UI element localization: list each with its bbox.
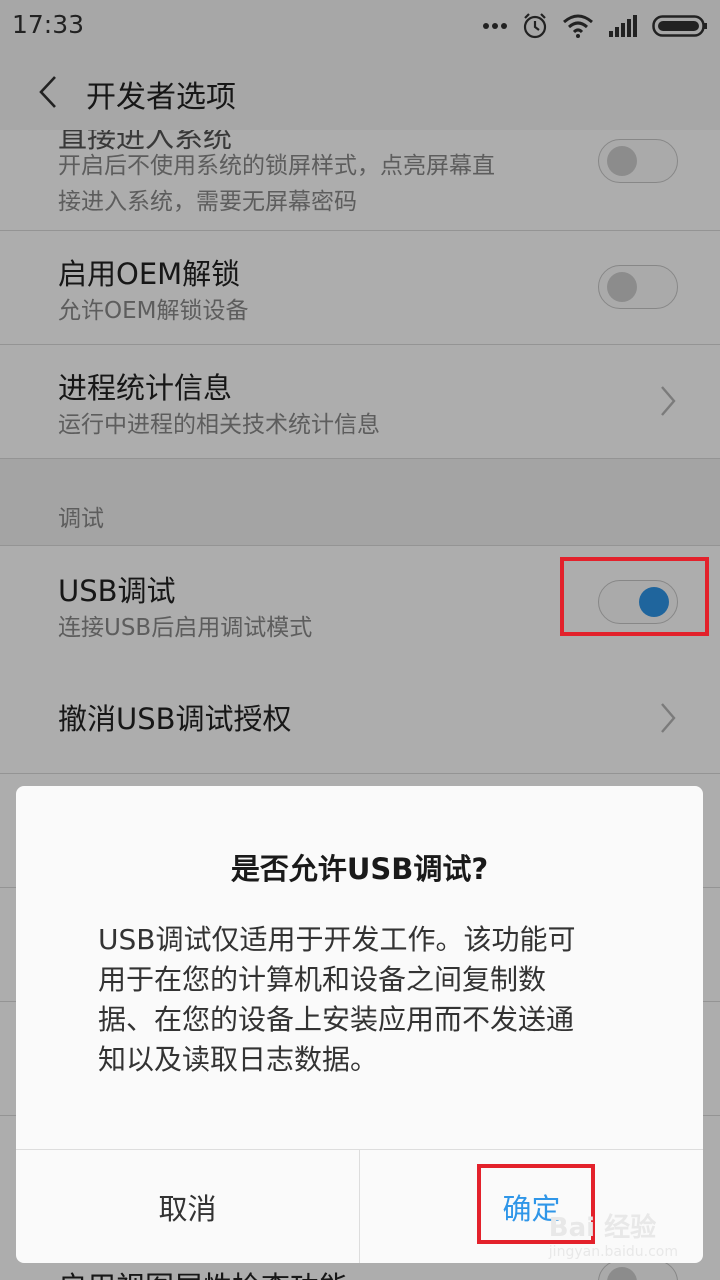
watermark-logo: Bai 经验 jingyan.baidu.com (549, 1207, 678, 1260)
dialog-message-line: 用于在您的计算机和设备之间复制数 (98, 963, 547, 996)
dialog-message-line: USB调试仅适用于开发工作。该功能可 (98, 923, 576, 956)
dialog-message-line: 据、在您的设备上安装应用而不发送通 (98, 1003, 575, 1036)
dialog-message-line: 知以及读取日志数据。 (98, 1043, 379, 1076)
dialog-title: 是否允许USB调试? (230, 852, 489, 886)
cancel-button[interactable]: 取消 (16, 1150, 360, 1263)
highlight-box-usb-toggle (560, 557, 709, 636)
usb-debug-dialog: 是否允许USB调试? USB调试仅适用于开发工作。该功能可 用于在您的计算机和设… (16, 786, 703, 1263)
dialog-message: USB调试仅适用于开发工作。该功能可 用于在您的计算机和设备之间复制数 据、在您… (98, 920, 638, 1080)
watermark-url: jingyan.baidu.com (548, 1244, 678, 1260)
watermark-brand: Bai 经验 (548, 1213, 657, 1243)
